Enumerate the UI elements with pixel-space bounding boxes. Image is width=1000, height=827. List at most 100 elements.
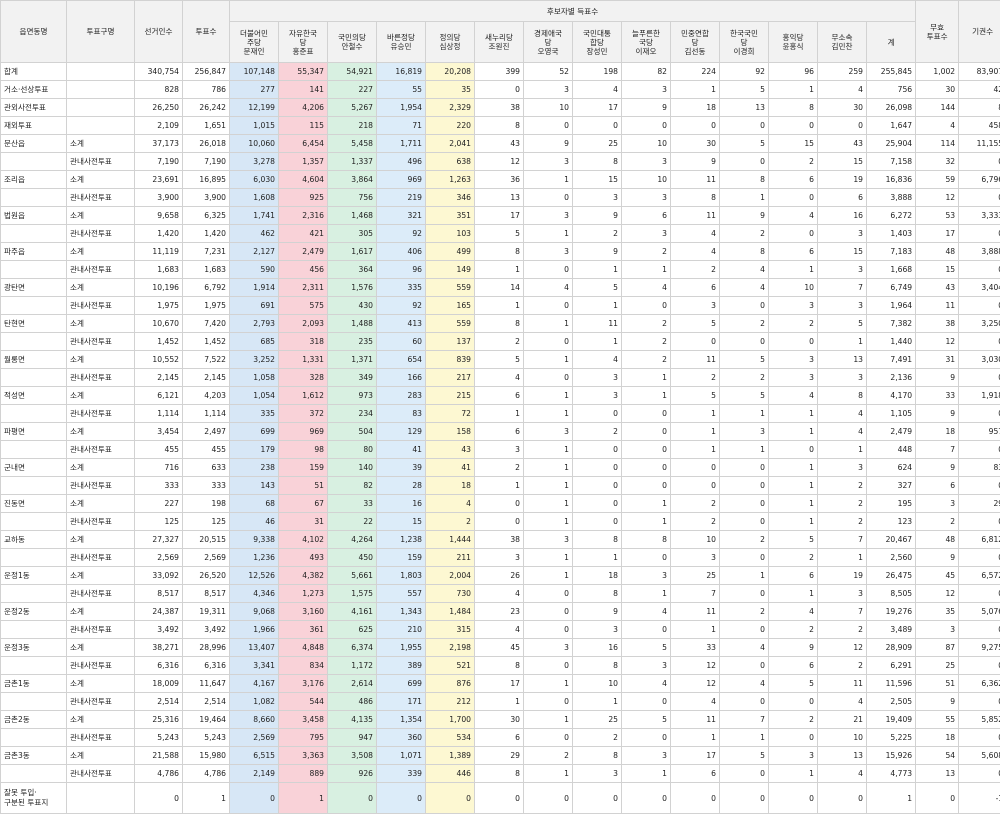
- cell-value: 1: [523, 548, 573, 567]
- cell-value: 129: [376, 422, 426, 441]
- cell-value: 217: [425, 368, 475, 387]
- cell-value: 13: [817, 746, 867, 765]
- cell-value: 2,109: [134, 116, 183, 135]
- cell-value: 12: [670, 656, 720, 675]
- cell-value: 372: [278, 404, 328, 423]
- cell-value: 38: [915, 314, 960, 333]
- cell-value: 3,030: [958, 350, 1000, 369]
- row-area-name: 교하동: [0, 530, 67, 549]
- cell-value: 0: [719, 152, 769, 171]
- cell-value: 1,389: [425, 746, 475, 765]
- cell-value: 7,382: [865, 314, 917, 333]
- cell-value: 328: [278, 368, 328, 387]
- cell-value: 12: [474, 152, 524, 171]
- cell-value: 0: [523, 656, 573, 675]
- cell-value: 0: [523, 620, 573, 639]
- cell-value: 1,172: [327, 656, 377, 675]
- cell-value: 15: [817, 242, 867, 261]
- cell-value: 3: [670, 548, 720, 567]
- cell-value: 31: [915, 350, 960, 369]
- cell-value: 6: [768, 242, 818, 261]
- cell-value: 20,515: [182, 530, 230, 549]
- cell-value: 1,683: [134, 260, 183, 279]
- row-ballot-type: 소계: [66, 134, 135, 153]
- row-ballot-type: 관내사전투표: [66, 620, 135, 639]
- cell-value: 10: [621, 134, 671, 153]
- cell-value: 259: [817, 62, 867, 81]
- header-voters: 투표수: [182, 0, 230, 63]
- cell-value: 0: [621, 728, 671, 747]
- row-ballot-type: 소계: [66, 242, 135, 261]
- cell-value: 5,076: [958, 602, 1000, 621]
- cell-value: 0: [621, 782, 671, 814]
- cell-value: 0: [425, 782, 475, 814]
- cell-value: 9: [572, 602, 622, 621]
- cell-value: 1,975: [182, 296, 230, 315]
- cell-value: 4: [915, 116, 960, 135]
- cell-value: 1,608: [229, 188, 279, 207]
- cell-value: 1: [768, 80, 818, 99]
- cell-value: 1,236: [229, 548, 279, 567]
- cell-value: 0: [719, 620, 769, 639]
- cell-value: 1: [621, 764, 671, 783]
- cell-value: 4: [474, 368, 524, 387]
- cell-value: 521: [425, 656, 475, 675]
- cell-value: 1: [474, 476, 524, 495]
- cell-value: 0: [474, 80, 524, 99]
- cell-value: 321: [376, 206, 426, 225]
- cell-value: 9: [915, 692, 960, 711]
- table-row: 관내사전투표 4,786 4,786 2,149 889 926 339 446 8 1 3 1 6 0 1…: [0, 764, 1000, 783]
- cell-value: 8: [474, 116, 524, 135]
- cell-value: 925: [278, 188, 328, 207]
- table-row: 관내사전투표 1,420 1,420 462 421 305 92 103 5 1 2 3 4 2 0 3 1,…: [0, 224, 1000, 243]
- cell-value: 3: [915, 494, 960, 513]
- cell-value: 6,572: [958, 566, 1000, 585]
- cell-value: 55: [376, 80, 426, 99]
- cell-value: 52: [523, 62, 573, 81]
- cell-value: 51: [915, 674, 960, 693]
- cell-value: 72: [425, 404, 475, 423]
- cell-value: 0: [572, 476, 622, 495]
- table-row: 관내사전투표 2,514 2,514 1,082 544 486 171 212 1 0 1 0 4 0 0…: [0, 692, 1000, 711]
- cell-value: 0: [958, 656, 1000, 675]
- cell-value: 7: [670, 584, 720, 603]
- cell-value: 7: [719, 710, 769, 729]
- cell-value: 83: [376, 404, 426, 423]
- cell-value: 0: [958, 260, 1000, 279]
- cell-value: 26,018: [182, 134, 230, 153]
- cell-value: 0: [719, 548, 769, 567]
- cell-value: 559: [425, 278, 475, 297]
- cell-value: 1,918: [958, 386, 1000, 405]
- cell-value: 92: [376, 296, 426, 315]
- cell-value: 20,208: [425, 62, 475, 81]
- cell-value: 1,082: [229, 692, 279, 711]
- cell-value: 15: [768, 134, 818, 153]
- cell-value: 493: [278, 548, 328, 567]
- cell-value: 6,812: [958, 530, 1000, 549]
- cell-value: 3: [523, 152, 573, 171]
- row-ballot-type: [66, 782, 135, 814]
- cell-value: 171: [376, 692, 426, 711]
- cell-value: 3: [768, 296, 818, 315]
- cell-value: 1: [523, 674, 573, 693]
- cell-value: 0: [474, 512, 524, 531]
- table-row: 진동면소계22719868673316401012012195329: [0, 494, 1000, 513]
- cell-value: 3: [621, 656, 671, 675]
- cell-value: 8: [474, 314, 524, 333]
- row-area-name: [0, 620, 67, 639]
- cell-value: 3: [817, 260, 867, 279]
- cell-value: 4,346: [229, 584, 279, 603]
- cell-value: 30: [817, 98, 867, 117]
- row-ballot-type: 관내사전투표: [66, 764, 135, 783]
- cell-value: 159: [376, 548, 426, 567]
- cell-value: 6: [474, 422, 524, 441]
- cell-value: 25,904: [865, 134, 917, 153]
- cell-value: 8: [670, 188, 720, 207]
- cell-value: 6,792: [182, 278, 230, 297]
- table-row: 금촌2동 소계 25,316 19,464 8,660 3,458 4,135 1,354 1,…: [0, 710, 1000, 729]
- cell-value: 1: [768, 422, 818, 441]
- cell-value: 0: [474, 494, 524, 513]
- cell-value: 2: [425, 512, 475, 531]
- cell-value: 11: [817, 674, 867, 693]
- cell-value: 48: [915, 530, 960, 549]
